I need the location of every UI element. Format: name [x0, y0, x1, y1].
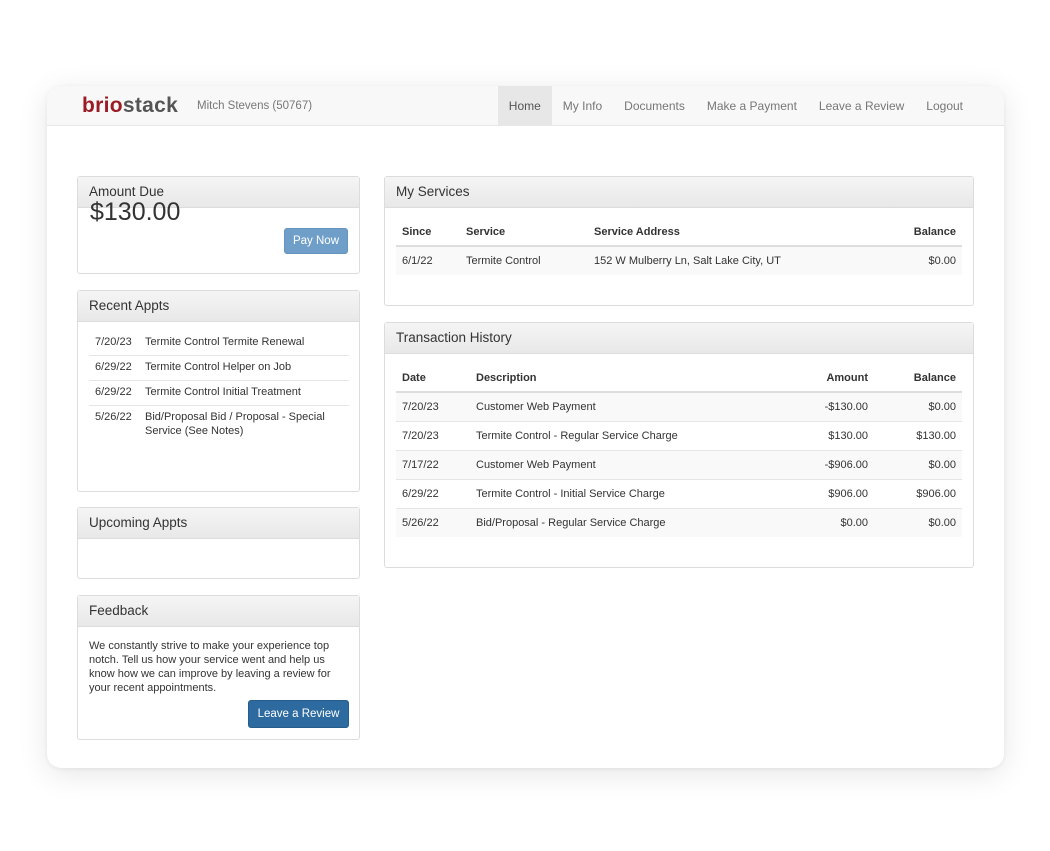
appointment-list: 7/20/23 Termite Control Termite Renewal … [89, 331, 349, 444]
user-name: Mitch Stevens (50767) [197, 100, 313, 112]
table-cell: 6/1/22 [396, 245, 460, 275]
table-cell: 152 W Mulberry Ln, Salt Lake City, UT [588, 245, 882, 275]
leave-review-button[interactable]: Leave a Review [248, 700, 349, 728]
transaction-history-panel: Transaction History Date Description Amo… [384, 322, 974, 568]
app-window: briostack Mitch Stevens (50767) Home My … [47, 86, 1004, 768]
panel-title: Feedback [78, 596, 359, 627]
appt-date: 7/20/23 [95, 336, 132, 348]
feedback-text: We constantly strive to make your experi… [89, 640, 331, 694]
column-header: Description [470, 365, 784, 393]
column-header: Date [396, 365, 470, 393]
table-cell: $0.00 [874, 449, 962, 479]
table-cell: 7/17/22 [396, 449, 470, 479]
table-row[interactable]: 6/1/22 Termite Control 152 W Mulberry Ln… [396, 245, 962, 275]
my-services-panel: My Services Since Service Service Addres… [384, 176, 974, 306]
nav-documents[interactable]: Documents [613, 86, 696, 126]
transactions-table: Date Description Amount Balance 7/20/23 … [396, 365, 962, 537]
list-item[interactable]: 6/29/22 Termite Control Initial Treatmen… [89, 381, 349, 406]
table-row[interactable]: 6/29/22 Termite Control - Initial Servic… [396, 478, 962, 508]
nav-logout[interactable]: Logout [915, 86, 974, 126]
brand-logo[interactable]: briostack [82, 94, 178, 118]
table-cell: 7/20/23 [396, 391, 470, 421]
nav-home[interactable]: Home [497, 86, 552, 126]
table-cell: 6/29/22 [396, 478, 470, 508]
list-item[interactable]: 7/20/23 Termite Control Termite Renewal [89, 331, 349, 356]
table-cell: Customer Web Payment [470, 449, 784, 479]
table-cell: 7/20/23 [396, 420, 470, 450]
feedback-panel: Feedback We constantly strive to make yo… [77, 595, 360, 740]
table-cell: $906.00 [784, 478, 874, 508]
top-navbar: briostack Mitch Stevens (50767) Home My … [47, 86, 1004, 126]
nav-make-payment[interactable]: Make a Payment [696, 86, 808, 126]
column-header: Since [396, 219, 460, 247]
nav-menu: Home My Info Documents Make a Payment Le… [497, 86, 974, 126]
column-header: Balance [881, 219, 962, 247]
table-cell: Termite Control - Initial Service Charge [470, 478, 784, 508]
table-cell: Bid/Proposal - Regular Service Charge [470, 507, 784, 537]
table-cell: 5/26/22 [396, 507, 470, 537]
table-cell: Termite Control - Regular Service Charge [470, 420, 784, 450]
appt-description: Termite Control Helper on Job [145, 361, 292, 373]
nav-my-info[interactable]: My Info [552, 86, 613, 126]
table-row[interactable]: 5/26/22 Bid/Proposal - Regular Service C… [396, 507, 962, 537]
column-header: Service [460, 219, 588, 247]
table-row[interactable]: 7/20/23 Termite Control - Regular Servic… [396, 420, 962, 450]
amount-due-panel: Amount Due $130.00 Pay Now [77, 176, 360, 274]
panel-title: Transaction History [385, 323, 973, 354]
amount-due-value: $130.00 [90, 198, 181, 226]
column-header: Amount [784, 365, 874, 393]
table-cell: $906.00 [874, 478, 962, 508]
list-item[interactable]: 5/26/22 Bid/Proposal Bid / Proposal - Sp… [89, 406, 349, 444]
table-cell: $0.00 [874, 507, 962, 537]
appt-description: Termite Control Initial Treatment [145, 386, 301, 398]
nav-leave-review[interactable]: Leave a Review [808, 86, 915, 126]
table-cell: $0.00 [881, 245, 962, 275]
appt-date: 5/26/22 [95, 411, 132, 423]
panel-title: Recent Appts [78, 291, 359, 322]
pay-now-button[interactable]: Pay Now [284, 228, 348, 254]
table-row[interactable]: 7/20/23 Customer Web Payment -$130.00 $0… [396, 391, 962, 421]
upcoming-appts-panel: Upcoming Appts [77, 507, 360, 579]
table-row[interactable]: 7/17/22 Customer Web Payment -$906.00 $0… [396, 449, 962, 479]
appt-date: 6/29/22 [95, 386, 132, 398]
table-cell: -$130.00 [784, 391, 874, 421]
panel-title: My Services [385, 177, 973, 208]
table-cell: $130.00 [874, 420, 962, 450]
table-cell: Customer Web Payment [470, 391, 784, 421]
appt-description: Bid/Proposal Bid / Proposal - Special Se… [145, 411, 325, 437]
appt-date: 6/29/22 [95, 361, 132, 373]
recent-appts-panel: Recent Appts 7/20/23 Termite Control Ter… [77, 290, 360, 492]
list-item[interactable]: 6/29/22 Termite Control Helper on Job [89, 356, 349, 381]
appt-description: Termite Control Termite Renewal [145, 336, 305, 348]
column-header: Balance [874, 365, 962, 393]
table-cell: $130.00 [784, 420, 874, 450]
table-cell: $0.00 [784, 507, 874, 537]
panel-title: Upcoming Appts [78, 508, 359, 539]
services-table: Since Service Service Address Balance 6/… [396, 219, 962, 275]
column-header: Service Address [588, 219, 882, 247]
table-cell: $0.00 [874, 391, 962, 421]
table-cell: Termite Control [460, 245, 588, 275]
table-cell: -$906.00 [784, 449, 874, 479]
